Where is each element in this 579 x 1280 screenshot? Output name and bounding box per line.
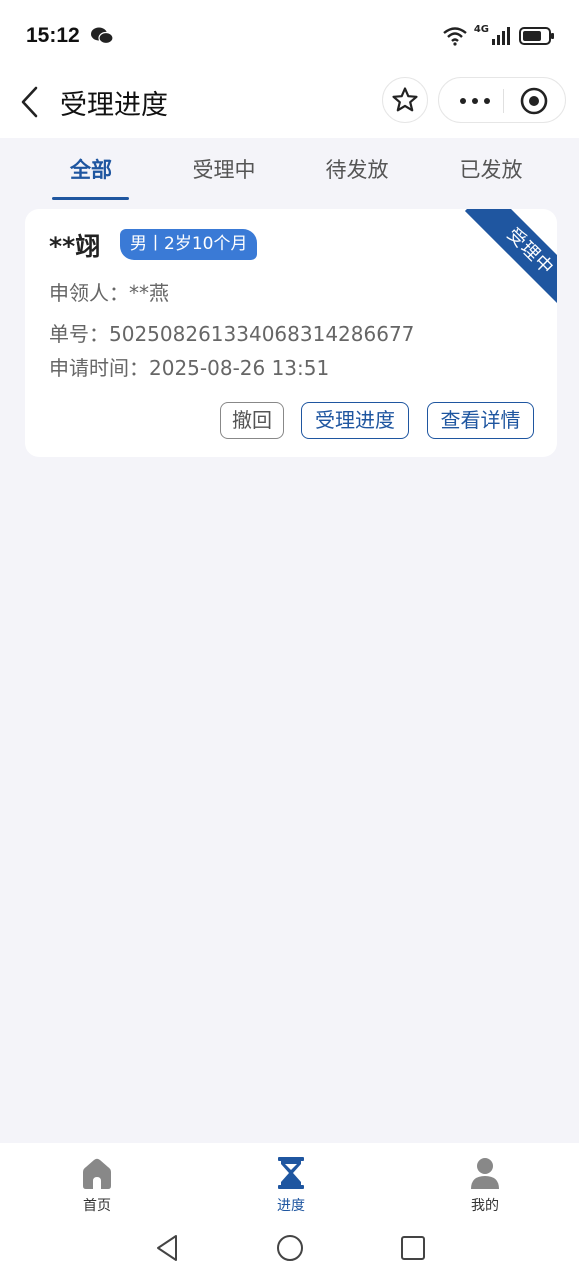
system-back-icon[interactable] [154,1233,180,1263]
wechat-icon [91,27,114,45]
order-number-text: 单号：5025082613340683142866​77 [49,322,415,346]
nav-home[interactable]: 首页 [57,1155,137,1215]
hourglass-icon [278,1157,304,1189]
status-ribbon-label: 受理中 [464,209,557,318]
back-icon[interactable] [16,84,46,120]
status-ribbon: 受理中 [447,209,557,319]
network-type: 4G [473,23,489,35]
system-recents-icon[interactable] [400,1233,426,1263]
status-time: 15:12 [26,24,80,47]
applicant-text: 申领人：**燕 [49,281,169,305]
status-bar: 15:12 4G [0,0,579,70]
tab-issued[interactable]: 已发放 [436,154,546,184]
signal-icon [492,27,510,45]
status-icons: 4G [442,24,555,48]
application-card[interactable]: **翊 男丨2岁10个月 受理中 申领人：**燕 单号：502508261334… [25,209,557,457]
nav-mine-label: 我的 [471,1198,499,1214]
child-name: **翊 [49,232,101,261]
tab-all[interactable]: 全部 [36,154,146,184]
wifi-icon [443,27,467,46]
withdraw-button[interactable]: 撤回 [220,402,284,439]
user-icon [471,1158,499,1189]
home-icon [83,1158,111,1189]
nav-bar: 受理进度 [0,70,579,138]
nav-progress-label: 进度 [277,1198,305,1214]
page-title: 受理进度 [60,90,168,121]
star-icon [392,87,418,112]
mini-program-capsule [438,77,566,123]
capsule-divider [503,89,504,113]
nav-home-label: 首页 [83,1198,111,1214]
nav-mine[interactable]: 我的 [445,1155,525,1215]
tab-pending-issue[interactable]: 待发放 [302,154,412,184]
bottom-tab-bar: 首页 进度 我的 [0,1143,579,1280]
favorite-button[interactable] [382,77,428,123]
system-home-icon[interactable] [275,1233,305,1263]
more-icon[interactable] [457,88,493,114]
tab-processing[interactable]: 受理中 [169,154,279,184]
nav-progress[interactable]: 进度 [251,1155,331,1215]
status-tabs: 全部 受理中 待发放 已发放 [0,138,579,200]
gender-age-tag: 男丨2岁10个月 [120,229,258,260]
close-miniprogram-icon[interactable] [519,86,549,116]
active-tab-indicator [52,197,129,200]
battery-icon [519,27,554,45]
progress-button[interactable]: 受理进度 [301,402,409,439]
details-button[interactable]: 查看详情 [427,402,534,439]
apply-time-text: 申请时间：2025-08-26 13:51 [49,356,330,380]
